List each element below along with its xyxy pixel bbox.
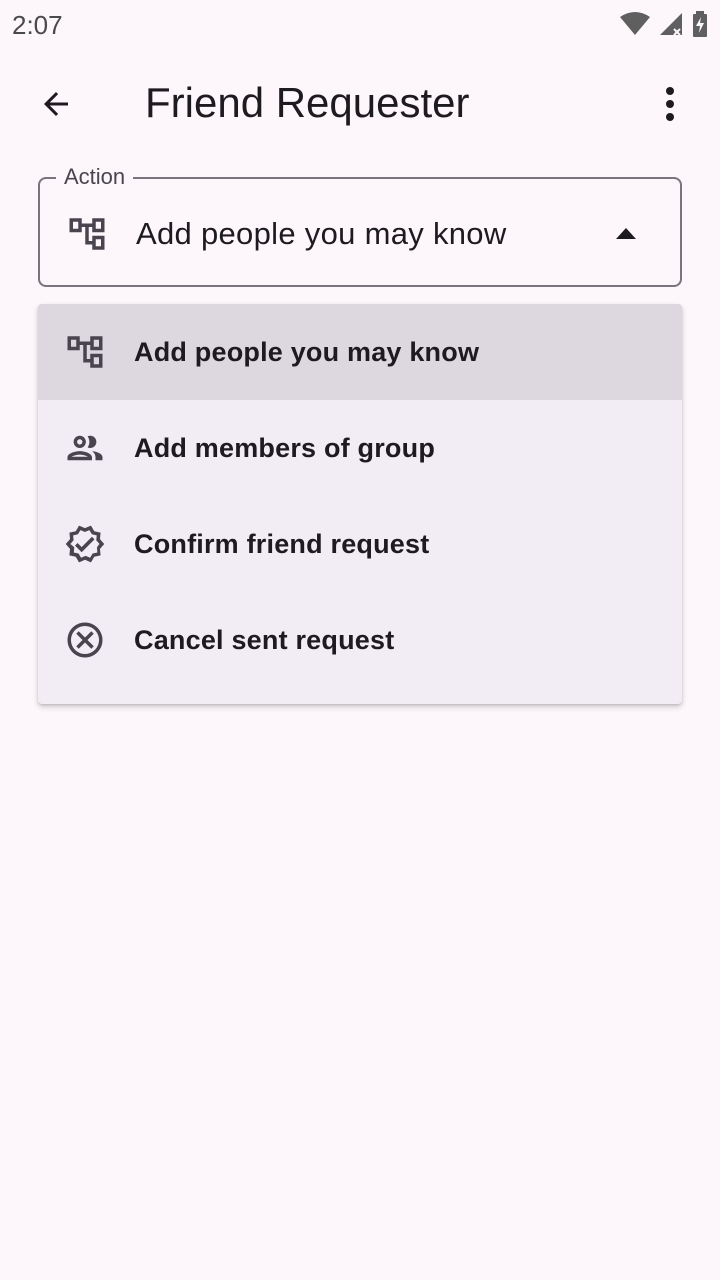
- action-menu: Add people you may know Add members of g…: [38, 304, 682, 704]
- verified-badge-icon: [64, 523, 106, 565]
- more-vert-icon: [664, 86, 676, 127]
- screen: 2:07 Friend Requester Action Add people …: [0, 0, 720, 1280]
- menu-item-add-people[interactable]: Add people you may know: [38, 304, 682, 400]
- page-title: Friend Requester: [145, 79, 470, 126]
- menu-item-label: Confirm friend request: [134, 529, 430, 559]
- wifi-icon: [620, 12, 650, 36]
- group-icon: [64, 427, 106, 469]
- status-time: 2:07: [12, 10, 63, 40]
- account-tree-icon: [66, 213, 108, 255]
- arrow-back-icon: [38, 86, 74, 127]
- more-options-button[interactable]: [642, 78, 698, 134]
- menu-item-cancel-request[interactable]: Cancel sent request: [38, 592, 682, 688]
- action-field-label: Action: [56, 162, 134, 192]
- action-dropdown[interactable]: Action Add people you may know: [38, 162, 682, 287]
- menu-item-label: Add members of group: [134, 433, 436, 463]
- menu-item-label: Add people you may know: [134, 337, 480, 367]
- status-icons: [620, 10, 708, 38]
- action-field-value: Add people you may know: [136, 216, 507, 251]
- battery-charging-icon: [692, 11, 708, 37]
- cancel-circle-icon: [64, 619, 106, 661]
- back-button[interactable]: [28, 78, 84, 134]
- menu-item-label: Cancel sent request: [134, 625, 395, 655]
- menu-item-add-group-members[interactable]: Add members of group: [38, 400, 682, 496]
- account-tree-icon: [64, 331, 106, 373]
- status-bar: 2:07: [0, 0, 720, 50]
- menu-item-confirm-request[interactable]: Confirm friend request: [38, 496, 682, 592]
- cell-signal-icon: [658, 11, 684, 37]
- app-bar: Friend Requester: [0, 58, 720, 148]
- arrow-drop-up-icon: [614, 225, 638, 241]
